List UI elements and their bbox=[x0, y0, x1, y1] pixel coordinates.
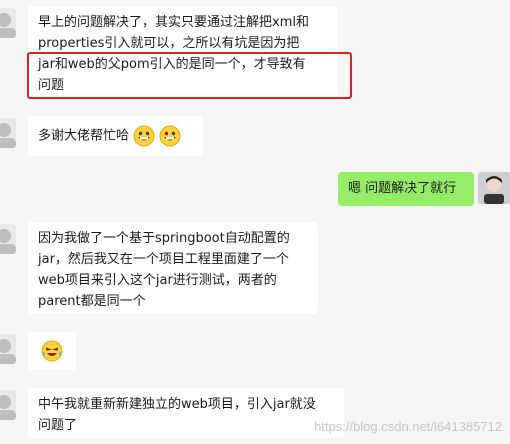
message-line: 早上的问题解决了，其实只要通过注解把xml和 bbox=[38, 15, 309, 30]
message-bubble[interactable]: 早上的问题解决了，其实只要通过注解把xml和 properties引入就可以，之… bbox=[28, 6, 338, 98]
message-bubble[interactable]: 中午我就重新新建独立的web项目，引入jar就没 问题了 bbox=[28, 388, 344, 438]
contact-avatar[interactable] bbox=[0, 118, 16, 148]
contact-avatar[interactable] bbox=[0, 224, 16, 254]
grin-emoji-icon bbox=[159, 125, 181, 147]
message-text: 多谢大佬帮忙哈 bbox=[38, 128, 130, 144]
message-line: 问题了 bbox=[38, 418, 78, 433]
message-line: properties引入就可以，之所以有坑是因为把 bbox=[38, 36, 300, 51]
message-line: jar，然后我又在一个项目工程里面建了一个 bbox=[38, 252, 289, 267]
message-bubble[interactable]: 因为我做了一个基于springboot自动配置的 jar，然后我又在一个项目工程… bbox=[28, 222, 318, 314]
message-bubble[interactable] bbox=[28, 332, 76, 370]
message-line: web项目来引入这个jar进行测试，两者的 bbox=[38, 273, 277, 288]
message-bubble-me[interactable]: 嗯 问题解决了就行 bbox=[338, 172, 474, 206]
message-line: jar和web的父pom引入的是同一个，才导致有 bbox=[38, 57, 306, 72]
my-avatar[interactable] bbox=[478, 172, 510, 204]
contact-avatar[interactable] bbox=[0, 334, 16, 364]
laugh-cry-emoji-icon bbox=[41, 340, 63, 362]
message-text: 嗯 问题解决了就行 bbox=[348, 181, 457, 196]
message-line: 问题 bbox=[38, 78, 65, 93]
watermark-text: https://blog.csdn.net/l641385712 bbox=[314, 419, 502, 434]
grin-emoji-icon bbox=[133, 125, 155, 147]
contact-avatar[interactable] bbox=[0, 390, 16, 420]
message-bubble[interactable]: 多谢大佬帮忙哈 bbox=[28, 116, 203, 156]
message-line: 因为我做了一个基于springboot自动配置的 bbox=[38, 231, 290, 246]
message-line: 中午我就重新新建独立的web项目，引入jar就没 bbox=[38, 397, 316, 412]
message-line: parent都是同一个 bbox=[38, 294, 146, 309]
contact-avatar[interactable] bbox=[0, 8, 16, 38]
